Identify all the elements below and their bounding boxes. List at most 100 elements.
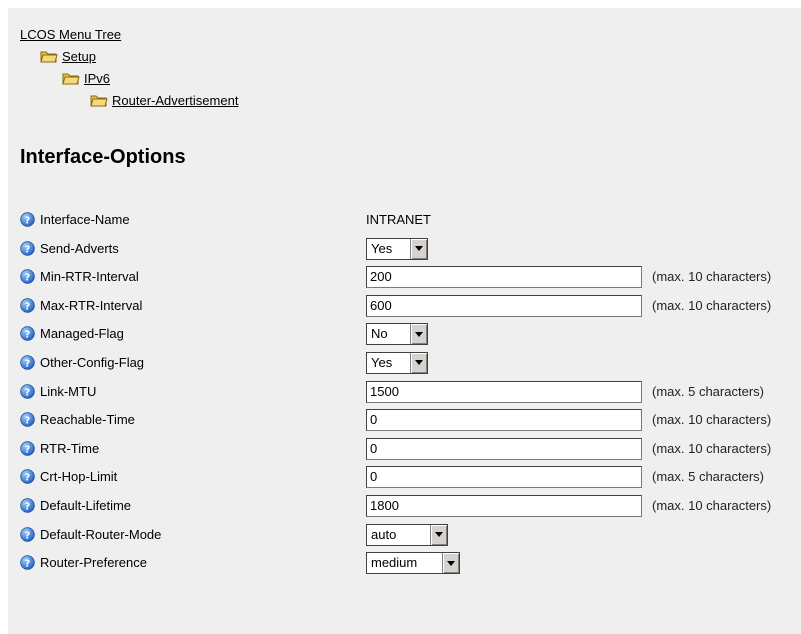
help-icon[interactable]: ? [20, 298, 35, 313]
breadcrumb-link-ipv6[interactable]: IPv6 [84, 71, 110, 86]
option-label: Default-Router-Mode [40, 526, 162, 542]
option-label: Min-RTR-Interval [40, 269, 139, 285]
dropdown-button[interactable] [410, 352, 427, 373]
help-icon[interactable]: ? [20, 212, 35, 227]
folder-icon [40, 51, 58, 63]
option-row-rtr-time: ? RTR-Time 0 (max. 10 characters) [20, 435, 801, 464]
breadcrumb-link-router-advertisement[interactable]: Router-Advertisement [112, 93, 238, 108]
svg-text:?: ? [25, 530, 30, 541]
help-icon[interactable]: ? [20, 412, 35, 427]
default-lifetime-input[interactable]: 1800 [366, 494, 642, 517]
max-length-hint: (max. 10 characters) [652, 412, 772, 428]
options-form: ? Interface-Name INTRANET? Send-Adverts Yes?… [20, 206, 801, 578]
chevron-down-icon [415, 246, 423, 252]
svg-text:?: ? [25, 501, 30, 512]
max-length-hint: (max. 10 characters) [652, 297, 772, 313]
max-rtr-interval-input[interactable]: 600 [366, 294, 642, 317]
help-icon[interactable]: ? [20, 441, 35, 456]
svg-text:?: ? [25, 301, 30, 312]
breadcrumb-root: LCOS Menu Tree [20, 24, 238, 46]
breadcrumb-item-setup: Setup [20, 46, 238, 68]
content-panel: LCOS Menu Tree Setup IPv6 Router-Adverti… [8, 8, 801, 634]
select-value: auto [371, 526, 397, 542]
dropdown-button[interactable] [442, 553, 459, 574]
option-row-max-rtr-interval: ? Max-RTR-Interval 600 (max. 10 characters) [20, 292, 801, 321]
select-value: No [371, 326, 388, 342]
dropdown-button[interactable] [410, 324, 427, 345]
folder-icon [90, 95, 108, 107]
option-row-min-rtr-interval: ? Min-RTR-Interval 200 (max. 10 characters) [20, 263, 801, 292]
select-value: Yes [371, 240, 393, 256]
chevron-down-icon [415, 331, 423, 337]
rtr-time-input[interactable]: 0 [366, 437, 642, 460]
svg-text:?: ? [25, 558, 30, 569]
svg-text:?: ? [25, 473, 30, 484]
option-row-interface-name: ? Interface-Name INTRANET [20, 206, 801, 235]
max-length-hint: (max. 5 characters) [652, 469, 764, 485]
help-icon[interactable]: ? [20, 469, 35, 485]
router-preference-select[interactable]: medium [366, 552, 460, 575]
option-label: Managed-Flag [40, 326, 124, 342]
help-icon[interactable]: ? [20, 383, 35, 399]
option-label: Crt-Hop-Limit [40, 469, 118, 485]
svg-text:?: ? [25, 330, 30, 341]
breadcrumb-link-root[interactable]: LCOS Menu Tree [20, 27, 121, 42]
option-label: Interface-Name [40, 212, 130, 227]
option-row-default-lifetime: ? Default-Lifetime 1800 (max. 10 characters… [20, 492, 801, 521]
svg-text:?: ? [25, 415, 30, 426]
min-rtr-interval-input[interactable]: 200 [366, 266, 642, 289]
breadcrumb-link-setup[interactable]: Setup [62, 49, 96, 64]
crt-hop-limit-input[interactable]: 0 [366, 466, 642, 489]
option-row-link-mtu: ? Link-MTU 1500 (max. 5 characters) [20, 378, 801, 407]
help-icon[interactable]: ? [20, 326, 35, 342]
default-router-mode-select[interactable]: auto [366, 523, 448, 546]
chevron-down-icon [447, 560, 455, 566]
option-label: Reachable-Time [40, 412, 135, 428]
link-mtu-input[interactable]: 1500 [366, 380, 642, 403]
dropdown-button[interactable] [430, 524, 447, 545]
option-row-reachable-time: ? Reachable-Time 0 (max. 10 characters) [20, 406, 801, 435]
option-label: Other-Config-Flag [40, 354, 145, 370]
option-label: Max-RTR-Interval [40, 297, 143, 313]
help-icon[interactable]: ? [20, 240, 35, 256]
option-row-router-preference: ? Router-Preference medium [20, 549, 801, 578]
breadcrumb-item-router-advertisement: Router-Advertisement [20, 90, 238, 112]
help-icon[interactable]: ? [20, 269, 35, 284]
help-icon[interactable]: ? [20, 526, 35, 542]
option-row-other-config-flag: ? Other-Config-Flag Yes [20, 349, 801, 378]
option-label: Router-Preference [40, 555, 147, 571]
svg-text:?: ? [25, 215, 30, 226]
option-label: Send-Adverts [40, 240, 119, 256]
svg-text:?: ? [25, 387, 30, 398]
chevron-down-icon [435, 532, 443, 538]
option-label: RTR-Time [40, 440, 100, 456]
reachable-time-input[interactable]: 0 [366, 409, 642, 432]
select-value: medium [371, 555, 418, 571]
help-icon[interactable]: ? [20, 355, 35, 370]
folder-icon [62, 73, 80, 85]
option-row-crt-hop-limit: ? Crt-Hop-Limit 0 (max. 5 characters) [20, 463, 801, 492]
page-title: Interface-Options [20, 146, 186, 168]
option-row-send-adverts: ? Send-Adverts Yes [20, 235, 801, 264]
max-length-hint: (max. 10 characters) [652, 440, 772, 456]
help-icon[interactable]: ? [20, 555, 35, 570]
option-row-managed-flag: ? Managed-Flag No [20, 320, 801, 349]
max-length-hint: (max. 10 characters) [652, 497, 772, 513]
option-label: Link-MTU [40, 383, 97, 399]
breadcrumb: LCOS Menu Tree Setup IPv6 Router-Adverti… [20, 24, 238, 112]
select-value: Yes [371, 354, 393, 370]
help-icon[interactable]: ? [20, 498, 35, 513]
dropdown-button[interactable] [410, 238, 427, 259]
svg-text:?: ? [25, 244, 30, 255]
max-length-hint: (max. 10 characters) [652, 269, 772, 285]
other-config-flag-select[interactable]: Yes [366, 351, 428, 374]
chevron-down-icon [415, 360, 423, 366]
send-adverts-select[interactable]: Yes [366, 237, 428, 260]
managed-flag-select[interactable]: No [366, 323, 428, 346]
breadcrumb-item-ipv6: IPv6 [20, 68, 238, 90]
svg-text:?: ? [25, 444, 30, 455]
option-row-default-router-mode: ? Default-Router-Mode auto [20, 521, 801, 550]
max-length-hint: (max. 5 characters) [652, 383, 764, 399]
option-value: INTRANET [366, 212, 431, 227]
option-label: Default-Lifetime [40, 497, 132, 513]
